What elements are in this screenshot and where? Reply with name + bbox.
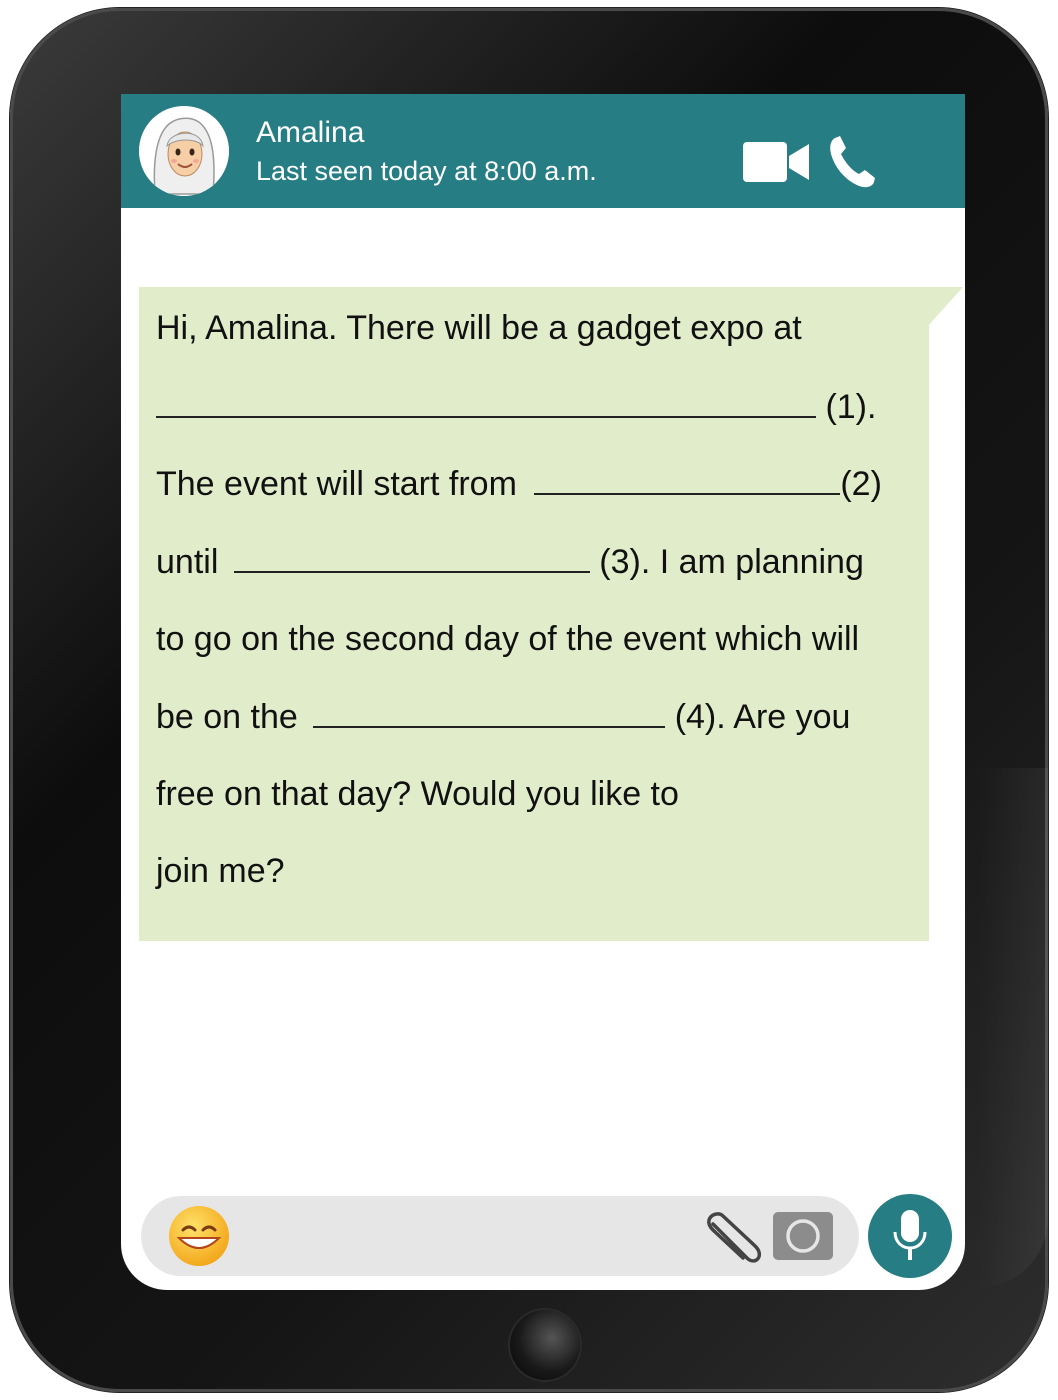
message-line-3: The event will start from (2) [156,465,882,504]
bubble-tail [927,287,963,327]
message-bubble: Hi, Amalina. There will be a gadget expo… [139,287,929,941]
microphone-button[interactable] [868,1194,952,1278]
message-line-3-text: The event will start from [156,465,517,503]
avatar[interactable] [139,106,229,196]
paperclip-icon[interactable] [703,1208,767,1268]
message-line-1: Hi, Amalina. There will be a gadget expo… [156,309,802,347]
message-line-2: (1). [156,388,876,427]
answer-blank-3[interactable] [233,543,590,573]
blank-marker-2: (2) [840,465,882,503]
message-input-bar[interactable] [141,1196,859,1276]
message-line-7: free on that day? Would you like to [156,775,679,813]
last-seen-status: Last seen today at 8:00 a.m. [256,156,597,186]
message-line-6: be on the (4). Are you [156,698,850,737]
message-line-8: join me? [156,852,285,890]
avatar-hijab-girl-icon [139,106,229,196]
microphone-icon [893,1210,927,1260]
blank-marker-1: (1). [825,388,877,426]
chat-screen: Amalina Last seen today at 8:00 a.m. Hi,… [121,94,965,1290]
chat-header: Amalina Last seen today at 8:00 a.m. [121,94,965,208]
video-camera-icon[interactable] [743,138,813,186]
message-line-4: until (3). I am planning [156,543,864,582]
home-button[interactable] [510,1310,580,1380]
answer-blank-1[interactable] [156,388,816,418]
message-line-4-text: until [156,543,219,581]
answer-blank-2[interactable] [534,465,841,495]
camera-icon[interactable] [771,1210,835,1262]
smiley-emoji-icon[interactable] [167,1204,231,1268]
message-line-5: to go on the second day of the event whi… [156,620,860,658]
tablet-gloss [978,768,1048,1288]
answer-blank-4[interactable] [313,698,666,728]
blank-marker-4: (4). Are you [674,698,851,736]
contact-name[interactable]: Amalina [256,116,364,150]
message-line-6-text: be on the [156,698,298,736]
blank-marker-3: (3). I am planning [599,543,864,581]
phone-icon[interactable] [827,134,877,190]
